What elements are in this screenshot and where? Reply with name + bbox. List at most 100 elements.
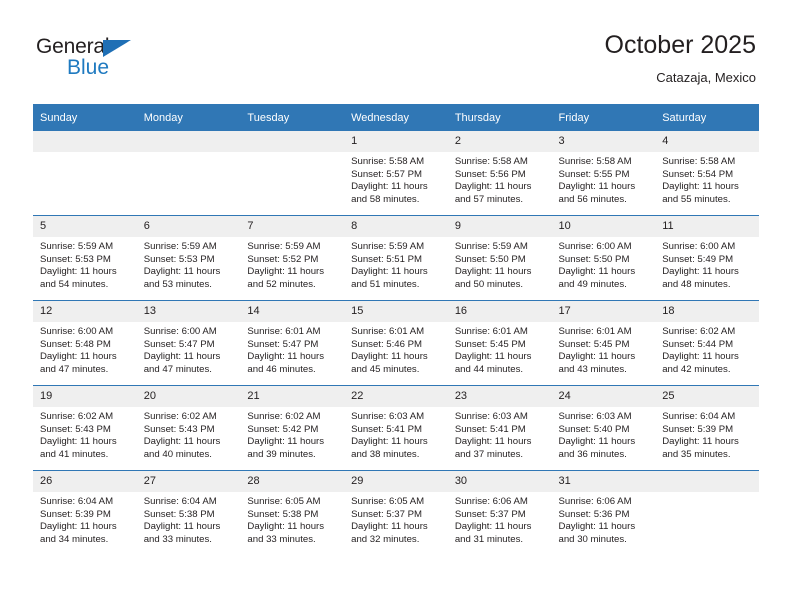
daylight-text-line2: and 33 minutes. xyxy=(143,533,212,545)
daylight-text-line1: Daylight: 11 hours xyxy=(454,266,532,278)
calendar-day-cell[interactable]: 25 Sunrise: 6:04 AM Sunset: 5:39 PM Dayligh… xyxy=(655,385,759,471)
daylight-text-line1: Daylight: 11 hours xyxy=(558,351,636,363)
day-details: Sunrise: 5:59 AM Sunset: 5:51 PM Daylight:… xyxy=(344,237,448,291)
daylight-text-line1: Daylight: 11 hours xyxy=(558,436,636,448)
day-number xyxy=(240,131,345,152)
daylight-text-line2: and 53 minutes. xyxy=(143,278,212,290)
calendar-day-cell[interactable]: 3 Sunrise: 5:58 AM Sunset: 5:55 PM Daylight… xyxy=(551,131,656,216)
sunset-text: Sunset: 5:42 PM xyxy=(247,423,319,435)
calendar-day-cell[interactable]: 9 Sunrise: 5:59 AM Sunset: 5:50 PM Daylight… xyxy=(447,215,552,301)
daylight-text-line1: Daylight: 11 hours xyxy=(351,351,428,363)
day-number: 30 xyxy=(447,471,552,492)
daylight-text-line1: Daylight: 11 hours xyxy=(662,351,739,363)
day-number: 13 xyxy=(136,301,241,322)
calendar-day-cell[interactable]: 21 Sunrise: 6:02 AM Sunset: 5:42 PM Dayligh… xyxy=(240,385,345,471)
daylight-text-line1: Daylight: 11 hours xyxy=(40,351,117,363)
calendar-day-cell[interactable]: 22 Sunrise: 6:03 AM Sunset: 5:41 PM Dayligh… xyxy=(344,385,448,471)
daylight-text-line1: Daylight: 11 hours xyxy=(143,521,221,533)
daylight-text-line1: Daylight: 11 hours xyxy=(558,181,636,193)
day-number: 8 xyxy=(344,216,448,237)
calendar-day-cell[interactable]: 24 Sunrise: 6:03 AM Sunset: 5:40 PM Dayligh… xyxy=(551,385,656,471)
day-details: Sunrise: 5:58 AM Sunset: 5:56 PM Daylight:… xyxy=(448,152,552,206)
calendar-day-cell[interactable]: 12 Sunrise: 6:00 AM Sunset: 5:48 PM Dayligh… xyxy=(33,300,137,386)
calendar-day-cell[interactable]: 28 Sunrise: 6:05 AM Sunset: 5:38 PM Dayligh… xyxy=(240,470,345,555)
daylight-text-line2: and 35 minutes. xyxy=(662,448,731,460)
daylight-text-line2: and 34 minutes. xyxy=(40,533,109,545)
daylight-text-line2: and 36 minutes. xyxy=(558,448,627,460)
day-number: 5 xyxy=(33,216,137,237)
calendar-day-cell[interactable]: 19 Sunrise: 6:02 AM Sunset: 5:43 PM Dayligh… xyxy=(33,385,137,471)
calendar-day-cell[interactable]: 30 Sunrise: 6:06 AM Sunset: 5:37 PM Dayligh… xyxy=(447,470,552,555)
calendar-day-cell[interactable]: 26 Sunrise: 6:04 AM Sunset: 5:39 PM Dayligh… xyxy=(33,470,137,555)
calendar-day-cell[interactable]: 29 Sunrise: 6:05 AM Sunset: 5:37 PM Dayligh… xyxy=(344,470,448,555)
day-number: 2 xyxy=(447,131,552,152)
day-details: Sunrise: 6:03 AM Sunset: 5:40 PM Daylight:… xyxy=(552,407,656,461)
day-number: 12 xyxy=(33,301,137,322)
daylight-text-line2: and 43 minutes. xyxy=(558,363,627,375)
calendar-day-cell[interactable]: 7 Sunrise: 5:59 AM Sunset: 5:52 PM Daylight… xyxy=(240,215,345,301)
calendar-day-cell[interactable]: 8 Sunrise: 5:59 AM Sunset: 5:51 PM Daylight… xyxy=(344,215,448,301)
calendar-day-cell[interactable]: 20 Sunrise: 6:02 AM Sunset: 5:43 PM Dayligh… xyxy=(136,385,241,471)
day-number: 25 xyxy=(655,386,759,407)
sunset-text: Sunset: 5:47 PM xyxy=(143,338,215,350)
day-details: Sunrise: 5:59 AM Sunset: 5:53 PM Daylight:… xyxy=(137,237,241,291)
calendar-day-cell[interactable]: 15 Sunrise: 6:01 AM Sunset: 5:46 PM Dayligh… xyxy=(344,300,448,386)
day-number: 24 xyxy=(551,386,656,407)
sunrise-text: Sunrise: 6:05 AM xyxy=(351,496,425,507)
day-number: 16 xyxy=(447,301,552,322)
calendar-day-cell[interactable]: 13 Sunrise: 6:00 AM Sunset: 5:47 PM Dayligh… xyxy=(136,300,241,386)
calendar-day-cell[interactable]: 17 Sunrise: 6:01 AM Sunset: 5:45 PM Dayligh… xyxy=(551,300,656,386)
sunrise-text: Sunrise: 5:58 AM xyxy=(454,156,528,167)
title-block: October 2025 Catazaja, Mexico xyxy=(605,30,757,87)
daylight-text-line2: and 30 minutes. xyxy=(558,533,627,545)
daylight-text-line2: and 31 minutes. xyxy=(454,533,524,545)
sunrise-text: Sunrise: 6:03 AM xyxy=(454,411,528,422)
weekday-header-saturday: Saturday xyxy=(655,104,759,131)
sunrise-text: Sunrise: 6:01 AM xyxy=(247,326,321,337)
calendar-day-cell[interactable]: 18 Sunrise: 6:02 AM Sunset: 5:44 PM Dayligh… xyxy=(655,300,759,386)
calendar-day-cell[interactable]: 10 Sunrise: 6:00 AM Sunset: 5:50 PM Dayligh… xyxy=(551,215,656,301)
calendar-day-cell[interactable]: 14 Sunrise: 6:01 AM Sunset: 5:47 PM Dayligh… xyxy=(240,300,345,386)
calendar-day-cell[interactable]: 2 Sunrise: 5:58 AM Sunset: 5:56 PM Daylight… xyxy=(447,131,552,216)
calendar-day-cell[interactable]: 23 Sunrise: 6:03 AM Sunset: 5:41 PM Dayligh… xyxy=(447,385,552,471)
daylight-text-line2: and 46 minutes. xyxy=(247,363,316,375)
daylight-text-line1: Daylight: 11 hours xyxy=(247,351,325,363)
sunrise-text: Sunrise: 6:02 AM xyxy=(662,326,736,337)
day-details: Sunrise: 6:01 AM Sunset: 5:46 PM Daylight:… xyxy=(344,322,448,376)
calendar-day-cell[interactable]: 6 Sunrise: 5:59 AM Sunset: 5:53 PM Daylight… xyxy=(136,215,241,301)
calendar-day-cell[interactable]: 16 Sunrise: 6:01 AM Sunset: 5:45 PM Dayligh… xyxy=(447,300,552,386)
sunset-text: Sunset: 5:37 PM xyxy=(454,508,526,520)
day-details: Sunrise: 6:00 AM Sunset: 5:49 PM Daylight:… xyxy=(655,237,759,291)
weekday-header-thursday: Thursday xyxy=(447,104,552,131)
day-details: Sunrise: 6:03 AM Sunset: 5:41 PM Daylight:… xyxy=(448,407,552,461)
calendar-day-cell[interactable]: 31 Sunrise: 6:06 AM Sunset: 5:36 PM Dayligh… xyxy=(551,470,656,555)
calendar-day-cell[interactable]: 1 Sunrise: 5:58 AM Sunset: 5:57 PM Daylight… xyxy=(344,131,448,216)
daylight-text-line1: Daylight: 11 hours xyxy=(454,521,532,533)
daylight-text-line1: Daylight: 11 hours xyxy=(662,181,739,193)
calendar-day-cell[interactable]: 4 Sunrise: 5:58 AM Sunset: 5:54 PM Daylight… xyxy=(655,131,759,216)
day-number: 29 xyxy=(344,471,448,492)
daylight-text-line1: Daylight: 11 hours xyxy=(247,521,325,533)
sunset-text: Sunset: 5:44 PM xyxy=(662,338,734,350)
day-details: Sunrise: 6:00 AM Sunset: 5:50 PM Daylight:… xyxy=(552,237,656,291)
daylight-text-line1: Daylight: 11 hours xyxy=(454,436,532,448)
day-details: Sunrise: 6:02 AM Sunset: 5:44 PM Daylight:… xyxy=(655,322,759,376)
daylight-text-line1: Daylight: 11 hours xyxy=(662,436,739,448)
day-details: Sunrise: 6:05 AM Sunset: 5:37 PM Daylight:… xyxy=(344,492,448,546)
daylight-text-line2: and 41 minutes. xyxy=(40,448,109,460)
sunrise-text: Sunrise: 5:59 AM xyxy=(247,241,321,252)
calendar-day-cell[interactable]: 11 Sunrise: 6:00 AM Sunset: 5:49 PM Dayligh… xyxy=(655,215,759,301)
daylight-text-line2: and 42 minutes. xyxy=(662,363,731,375)
sunrise-text: Sunrise: 5:59 AM xyxy=(143,241,217,252)
sunset-text: Sunset: 5:49 PM xyxy=(662,253,734,265)
day-number: 11 xyxy=(655,216,759,237)
daylight-text-line1: Daylight: 11 hours xyxy=(40,266,117,278)
calendar-week-row: 26 Sunrise: 6:04 AM Sunset: 5:39 PM Dayligh… xyxy=(33,470,759,555)
day-number: 20 xyxy=(136,386,241,407)
calendar-day-cell[interactable]: 27 Sunrise: 6:04 AM Sunset: 5:38 PM Dayligh… xyxy=(136,470,241,555)
sunrise-text: Sunrise: 6:00 AM xyxy=(40,326,114,337)
calendar-day-cell[interactable]: 5 Sunrise: 5:59 AM Sunset: 5:53 PM Daylight… xyxy=(33,215,137,301)
day-number: 4 xyxy=(655,131,759,152)
day-details: Sunrise: 5:59 AM Sunset: 5:50 PM Daylight:… xyxy=(448,237,552,291)
day-details: Sunrise: 5:58 AM Sunset: 5:54 PM Daylight:… xyxy=(655,152,759,206)
